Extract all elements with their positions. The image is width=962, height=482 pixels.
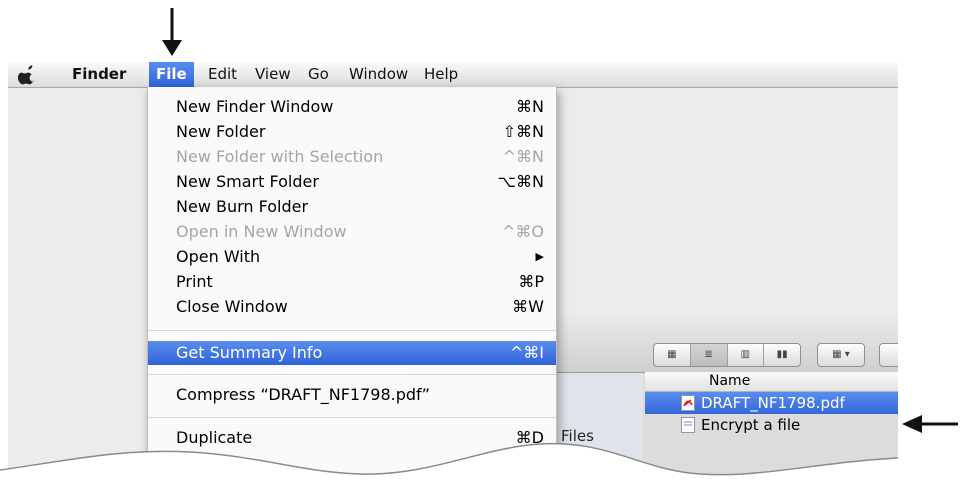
pdf-icon [681, 395, 695, 411]
menu-item-label: Get Summary Info [176, 343, 323, 362]
menu-file[interactable]: File [149, 62, 194, 87]
menu-item-duplicate[interactable]: Duplicate ⌘D [148, 426, 556, 450]
menu-window[interactable]: Window [349, 62, 408, 87]
column-header-label: Name [709, 373, 751, 389]
menu-item-new-smart-folder[interactable]: New Smart Folder ⌥⌘N [148, 170, 556, 194]
menu-item-shortcut: ⇧⌘N [502, 122, 544, 141]
column-header-name[interactable]: Name [645, 372, 898, 392]
icon-view-button[interactable]: ▦ [654, 344, 691, 366]
menu-item-label: Print [176, 272, 213, 291]
menu-item-shortcut: ⌘W [512, 297, 544, 316]
column-view-button[interactable]: ▥ [728, 344, 765, 366]
menu-item-label: Open in New Window [176, 222, 347, 241]
menu-item-shortcut: ⌘P [518, 272, 544, 291]
left-arrow-icon [902, 415, 958, 433]
menu-item-open-in-new-window: Open in New Window ^⌘O [148, 220, 556, 244]
menu-item-new-burn-folder[interactable]: New Burn Folder [148, 195, 556, 219]
down-arrow-icon [162, 8, 182, 56]
menu-separator [148, 330, 556, 331]
menu-item-label: Duplicate [176, 428, 253, 447]
menu-go[interactable]: Go [308, 62, 329, 87]
document-icon [681, 417, 695, 433]
menu-item-shortcut: ⌘D [515, 428, 544, 447]
menu-item-new-folder[interactable]: New Folder ⇧⌘N [148, 120, 556, 144]
apple-icon[interactable] [18, 65, 38, 85]
menu-item-label: New Folder with Selection [176, 147, 384, 166]
menu-item-shortcut: ^⌘N [502, 147, 544, 166]
menu-item-new-folder-with-selection: New Folder with Selection ^⌘N [148, 145, 556, 169]
menu-item-label: Compress “DRAFT_NF1798.pdf” [176, 385, 430, 404]
menu-bar: Finder File Edit View Go Window Help [8, 62, 898, 88]
menu-item-compress[interactable]: Compress “DRAFT_NF1798.pdf” [148, 383, 556, 407]
menu-item-shortcut: ^⌘O [502, 222, 544, 241]
screen: ▦ ≣ ▥ ▮▮ ▦ ▾ Files Name DRAFT_NF1798.pdf [8, 62, 898, 482]
menu-view[interactable]: View [255, 62, 291, 87]
arrange-button[interactable]: ▦ ▾ [817, 343, 865, 367]
file-row[interactable]: DRAFT_NF1798.pdf [645, 392, 898, 414]
action-button[interactable] [879, 343, 898, 367]
view-switcher: ▦ ≣ ▥ ▮▮ [653, 343, 801, 367]
menu-item-print[interactable]: Print ⌘P [148, 270, 556, 294]
menu-item-label: Close Window [176, 297, 288, 316]
menu-item-label: New Smart Folder [176, 172, 319, 191]
menu-separator [148, 417, 556, 418]
file-name: DRAFT_NF1798.pdf [701, 394, 845, 412]
submenu-arrow-icon: ▶ [535, 250, 544, 263]
menu-item-label: New Finder Window [176, 97, 334, 116]
menu-separator [148, 374, 556, 375]
file-name: Encrypt a file [701, 416, 801, 434]
menu-item-open-with[interactable]: Open With ▶ [148, 245, 556, 269]
menu-item-label: Open With [176, 247, 261, 266]
menu-help[interactable]: Help [424, 62, 458, 87]
menu-item-shortcut: ^⌘I [509, 343, 544, 362]
menu-item-shortcut: ⌥⌘N [497, 172, 544, 191]
file-row[interactable]: Encrypt a file [645, 414, 898, 436]
menu-item-close-window[interactable]: Close Window ⌘W [148, 295, 556, 319]
menu-item-new-finder-window[interactable]: New Finder Window ⌘N [148, 95, 556, 119]
sidebar-item-files[interactable]: Files [561, 427, 594, 445]
coverflow-view-button[interactable]: ▮▮ [764, 344, 800, 366]
menu-item-label: New Folder [176, 122, 266, 141]
list-view-button[interactable]: ≣ [690, 344, 728, 366]
file-menu: New Finder Window ⌘N New Folder ⇧⌘N New … [147, 87, 557, 482]
menu-edit[interactable]: Edit [208, 62, 237, 87]
menu-item-get-summary-info[interactable]: Get Summary Info ^⌘I [148, 341, 556, 365]
menu-item-shortcut: ⌘N [516, 97, 544, 116]
menu-item-label: New Burn Folder [176, 197, 309, 216]
menu-finder[interactable]: Finder [72, 62, 126, 87]
